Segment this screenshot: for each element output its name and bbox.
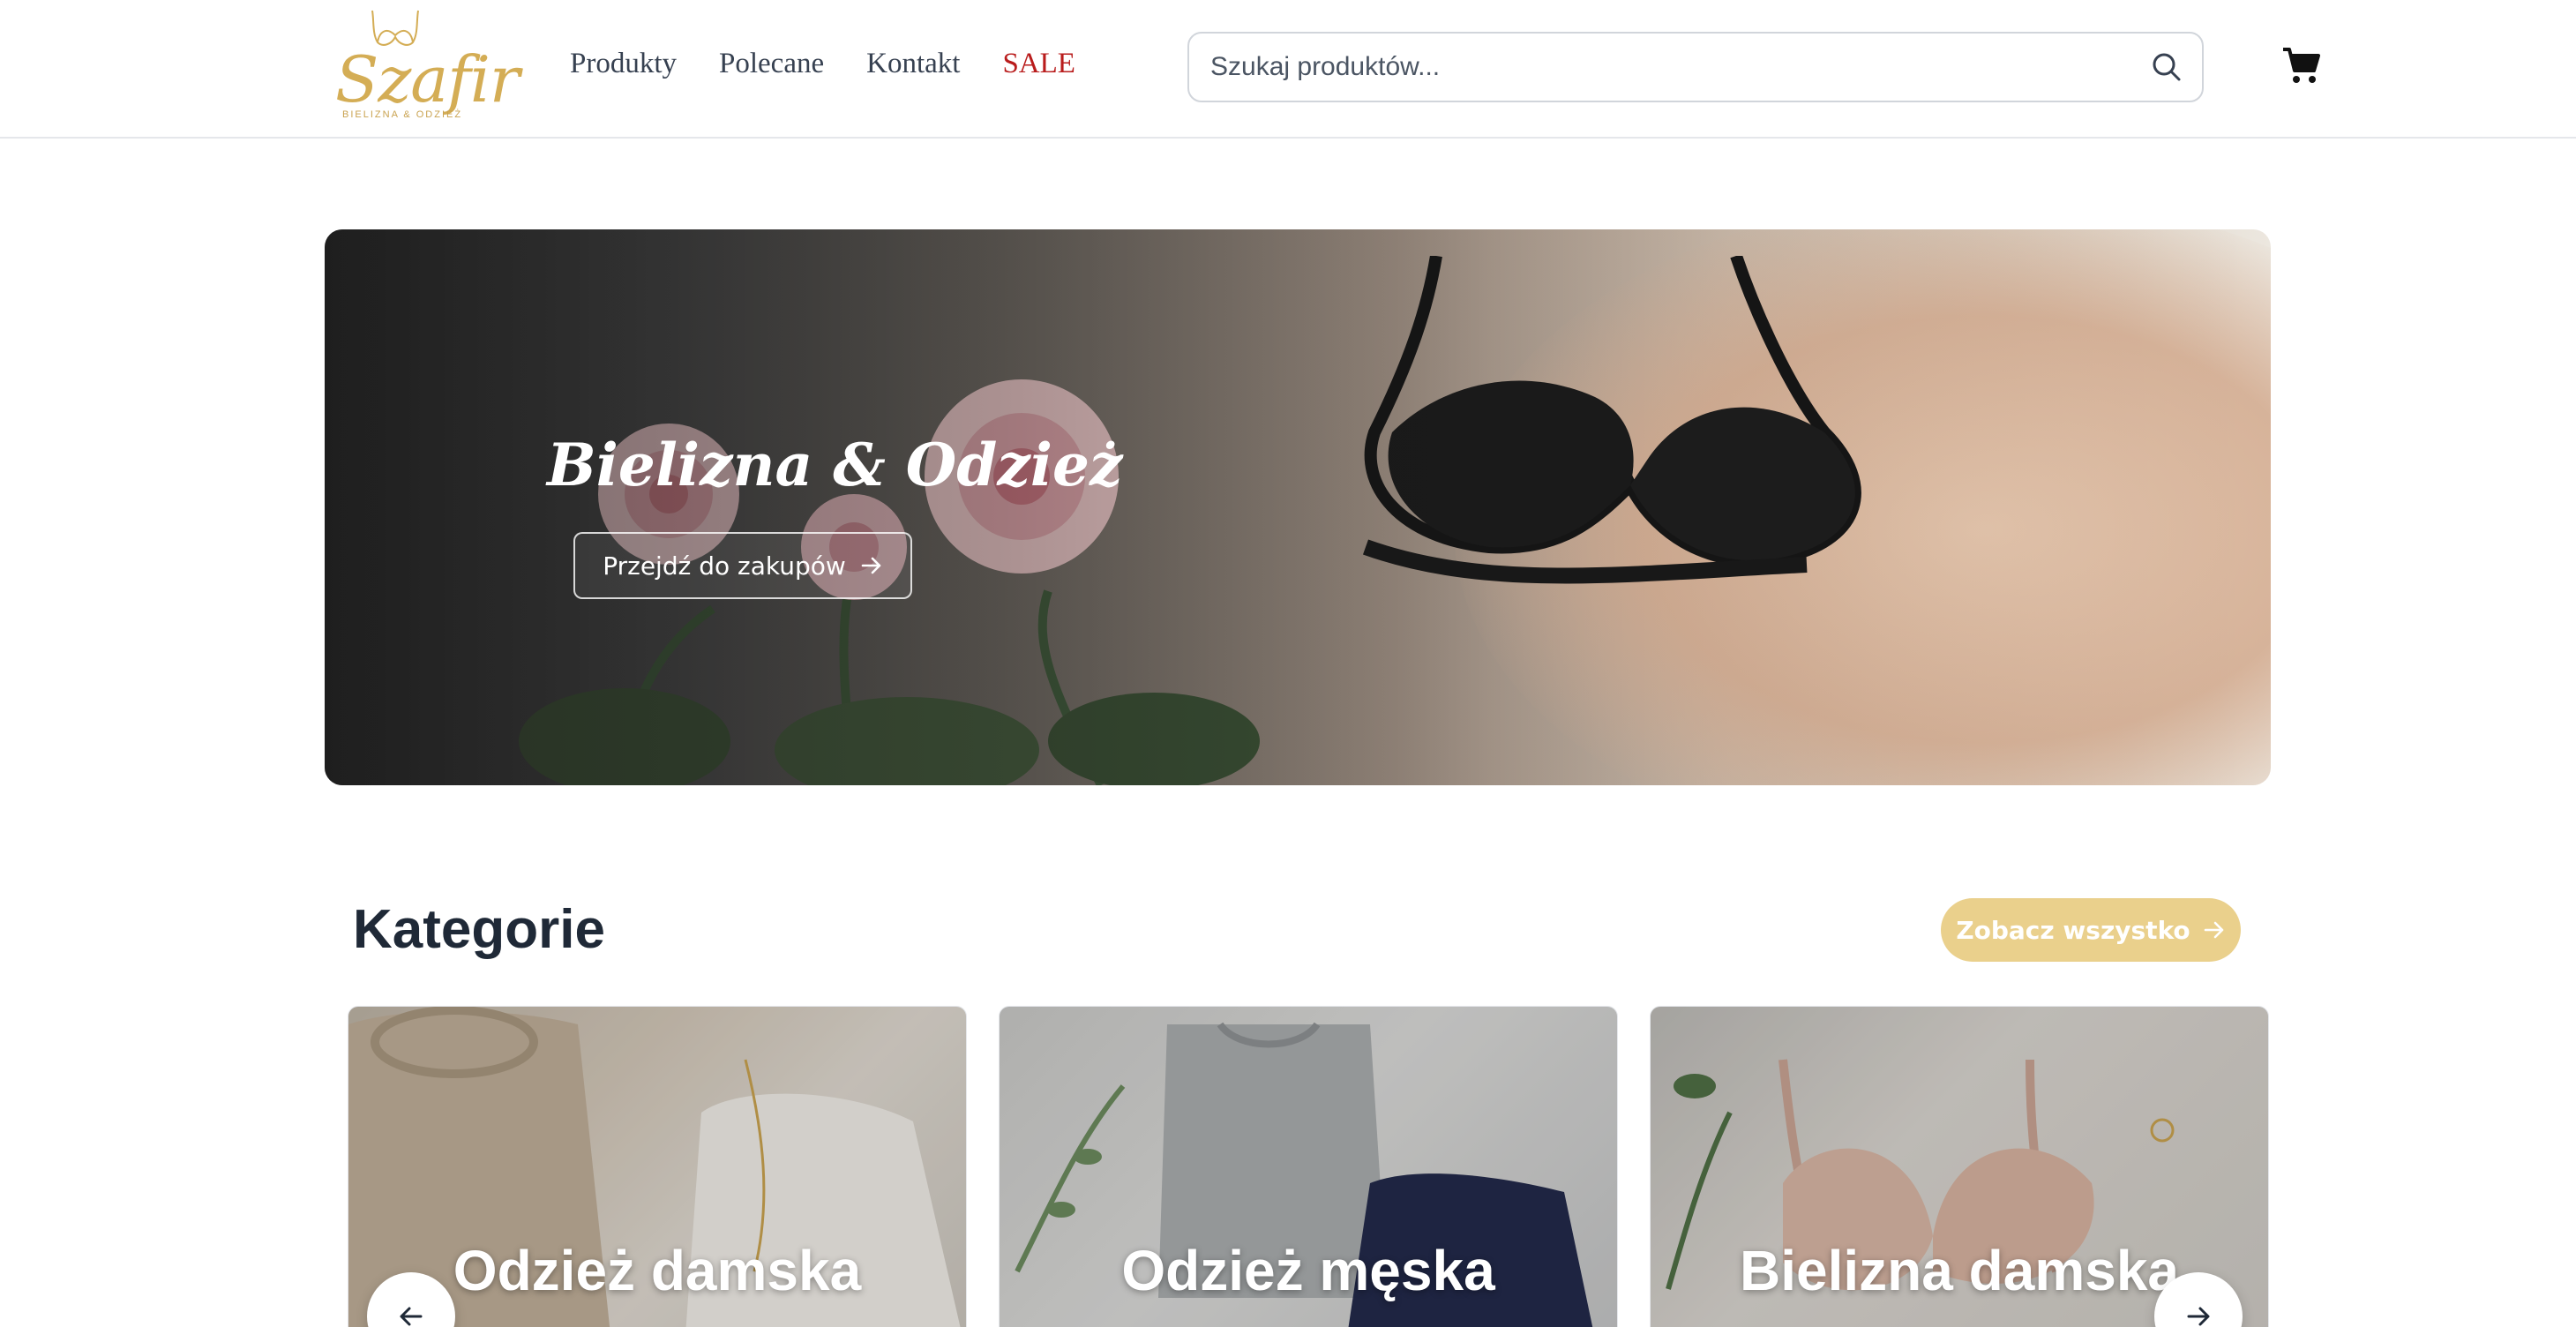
arrow-left-icon xyxy=(400,1307,423,1326)
nav-link-polecane[interactable]: Polecane xyxy=(719,48,824,80)
nav-link-sale[interactable]: SALE xyxy=(1002,48,1075,80)
category-card-womens-clothing[interactable]: Odzież damska xyxy=(348,1006,967,1327)
hero-overlay xyxy=(325,229,2271,785)
arrow-right-icon xyxy=(2187,1307,2210,1326)
shop-now-label: Przejdź do zakupów xyxy=(603,551,846,581)
arrow-right-icon xyxy=(861,557,881,574)
search-input[interactable] xyxy=(1210,34,2128,101)
nav-link-produkty[interactable]: Produkty xyxy=(570,48,677,80)
arrow-right-icon xyxy=(2204,921,2223,939)
brand-logo[interactable]: Szafir BIELIZNA & ODZIEŻ xyxy=(328,5,520,124)
nav-link-kontakt[interactable]: Kontakt xyxy=(866,48,960,80)
category-label: Odzież męska xyxy=(1121,1239,1495,1302)
search-icon[interactable] xyxy=(2151,51,2183,83)
shop-now-button[interactable]: Przejdź do zakupów xyxy=(573,532,912,599)
hero-title: Bielizna & Odzież xyxy=(547,431,1123,499)
categories-title: Kategorie xyxy=(353,899,605,960)
see-all-label: Zobacz wszystko xyxy=(1956,915,2190,945)
main-nav: Produkty Polecane Kontakt SALE xyxy=(570,48,1075,80)
search-bar xyxy=(1187,32,2204,102)
see-all-button[interactable]: Zobacz wszystko xyxy=(1941,898,2241,962)
brand-tagline: BIELIZNA & ODZIEŻ xyxy=(342,109,463,120)
cart-icon[interactable] xyxy=(2280,44,2322,86)
brand-name: Szafir xyxy=(335,42,520,116)
category-card-mens-clothing[interactable]: Odzież męska xyxy=(999,1006,1618,1327)
site-header: Szafir BIELIZNA & ODZIEŻ Produkty Poleca… xyxy=(0,0,2576,139)
hero-banner: Bielizna & Odzież Przejdź do zakupów xyxy=(325,229,2271,785)
